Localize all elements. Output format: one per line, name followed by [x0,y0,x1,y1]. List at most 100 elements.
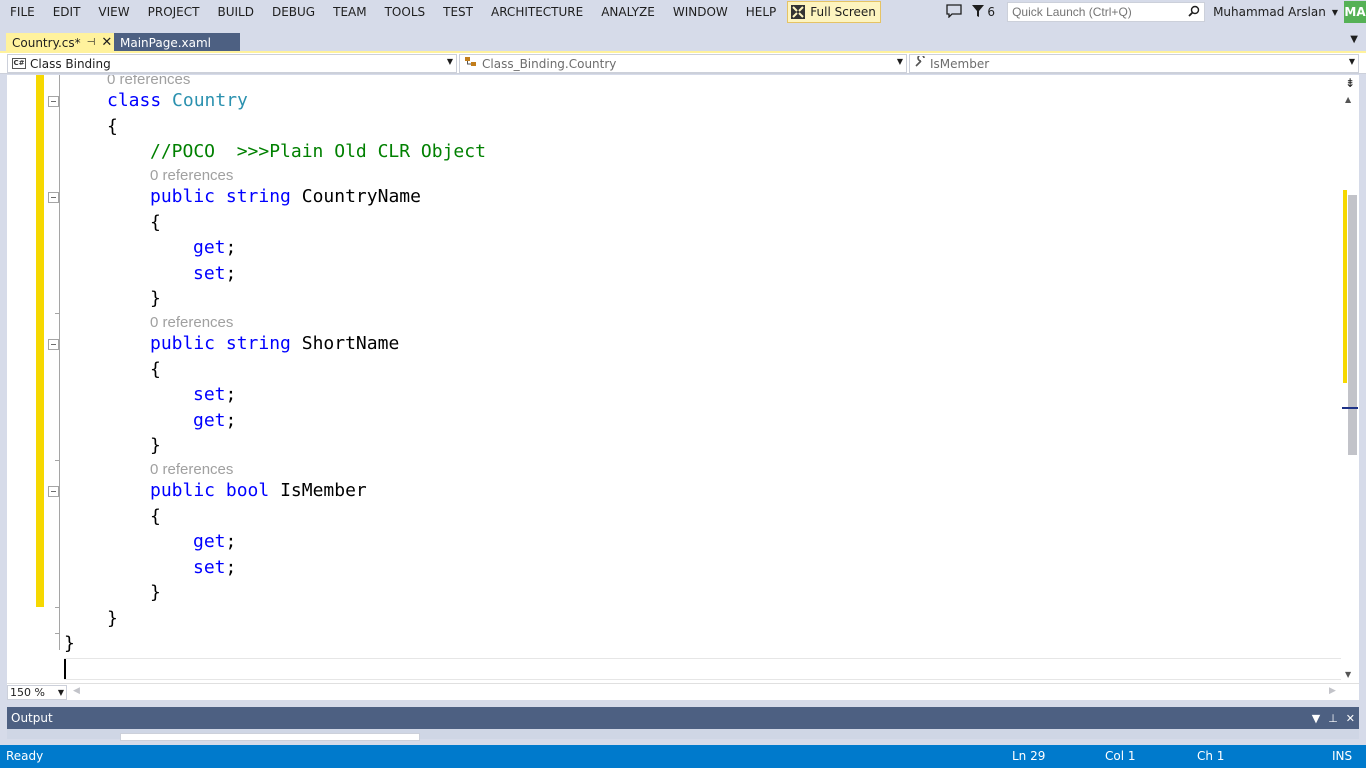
tab-country-cs[interactable]: Country.cs* ⊣ ✕ [6,33,114,52]
code-line: { [107,116,118,137]
notifications-button[interactable]: 6 [968,1,1001,23]
member-dropdown-value: IsMember [930,56,990,71]
menu-debug[interactable]: DEBUG [263,1,324,23]
code-lens-references[interactable]: 0 references [150,461,233,478]
document-tabs: Country.cs* ⊣ ✕ MainPage.xaml ▼ [0,32,1366,52]
code-line: } [107,608,118,629]
code-line: } [150,582,161,603]
menu-tools[interactable]: TOOLS [376,1,435,23]
menu-help[interactable]: HELP [737,1,786,23]
status-column: Col 1 [1105,749,1136,763]
status-insert-mode: INS [1332,749,1353,763]
menu-bar: FILE EDIT VIEW PROJECT BUILD DEBUG TEAM … [0,0,1366,24]
collapse-ismember-icon[interactable] [48,486,59,497]
status-text: Ready [6,749,44,763]
full-screen-icon [790,4,806,20]
code-line: { [150,506,161,527]
menu-analyze[interactable]: ANALYZE [592,1,664,23]
vertical-scrollbar[interactable]: ⇟ ▲ ▼ [1341,75,1359,683]
chevron-down-icon: ▼ [1348,57,1355,66]
user-name: Muhammad Arslan [1213,5,1326,19]
change-marker [1343,190,1347,383]
quick-launch[interactable] [1007,2,1206,22]
navigation-bar: C# Class Binding ▼ Class_Binding.Country… [0,53,1366,74]
code-line: get; [193,237,237,258]
code-lens-references[interactable]: 0 references [150,167,233,184]
code-line: get; [193,410,237,431]
close-icon[interactable]: ✕ [101,35,112,50]
split-window-icon[interactable]: ⇟ [1343,76,1357,90]
search-icon [1188,5,1200,20]
zoom-dropdown[interactable]: 150 % ▼ [7,685,67,700]
code-line: { [150,212,161,233]
code-line: } [150,435,161,456]
menu-architecture[interactable]: ARCHITECTURE [482,1,592,23]
close-icon[interactable]: ✕ [1346,712,1355,725]
scroll-right-icon[interactable]: ▶ [1329,686,1336,696]
menu-view[interactable]: VIEW [89,1,138,23]
status-bar: Ready Ln 29 Col 1 Ch 1 INS [0,745,1366,768]
code-line: get; [193,531,237,552]
code-editor[interactable]: 0 references class Country { //POCO >>>P… [7,75,1341,683]
menu-window[interactable]: WINDOW [664,1,737,23]
filter-flag-icon [972,4,985,20]
status-line: Ln 29 [1012,749,1046,763]
menu-edit[interactable]: EDIT [44,1,90,23]
scroll-down-icon[interactable]: ▼ [1345,670,1351,679]
code-line: set; [193,263,237,284]
output-source-dropdown[interactable] [120,733,420,741]
menu-test[interactable]: TEST [434,1,482,23]
quick-launch-input[interactable] [1012,5,1183,19]
avatar[interactable]: MA [1344,1,1366,23]
chevron-down-icon[interactable]: ▼ [1312,712,1320,725]
chevron-down-icon: ▼ [1331,7,1338,17]
caret-position-marker [1342,407,1358,409]
speech-bubble-icon [946,3,963,21]
type-dropdown-value: Class_Binding.Country [482,56,617,71]
scroll-up-icon[interactable]: ▲ [1345,95,1351,104]
scroll-left-icon[interactable]: ◀ [73,686,80,696]
collapse-shortname-icon[interactable] [48,339,59,350]
outline-line [59,75,60,650]
csharp-project-icon: C# [12,58,26,69]
current-line-highlight [64,658,1341,680]
notification-count: 6 [987,5,996,19]
project-dropdown[interactable]: C# Class Binding ▼ [7,54,457,73]
menu-project[interactable]: PROJECT [139,1,209,23]
collapse-countryname-icon[interactable] [48,192,59,203]
member-dropdown[interactable]: IsMember ▼ [909,54,1359,73]
code-comment: //POCO >>>Plain Old CLR Object [150,141,486,162]
zoom-level: 150 % [10,686,45,699]
scrollbar-thumb[interactable] [1348,195,1357,455]
chevron-down-icon: ▼ [446,57,453,66]
code-lens-references[interactable]: 0 references [107,75,190,88]
collapse-class-icon[interactable] [48,96,59,107]
output-toolbar [7,729,1359,741]
feedback-button[interactable] [940,1,968,23]
tab-label: Country.cs* [12,35,81,50]
code-lens-references[interactable]: 0 references [150,314,233,331]
output-panel-header[interactable]: Output ▼ ⊥ ✕ [7,707,1359,729]
code-line: public string CountryName [150,186,421,207]
tab-overflow-dropdown[interactable]: ▼ [1350,34,1358,45]
user-account[interactable]: Muhammad Arslan ▼ [1213,5,1340,19]
code-line: } [64,633,75,654]
type-dropdown[interactable]: Class_Binding.Country ▼ [459,54,907,73]
class-icon [464,56,478,71]
menu-team[interactable]: TEAM [324,1,375,23]
wrench-property-icon [914,54,926,71]
pin-icon[interactable]: ⊣ [87,37,96,48]
tab-mainpage-xaml[interactable]: MainPage.xaml [114,33,240,52]
menu-build[interactable]: BUILD [208,1,262,23]
full-screen-label: Full Screen [810,5,876,19]
chevron-down-icon: ▼ [896,57,903,66]
code-line: set; [193,557,237,578]
menu-file[interactable]: FILE [0,1,44,23]
change-tracking-margin [36,75,44,607]
chevron-down-icon: ▼ [57,688,64,697]
code-line: public string ShortName [150,333,400,354]
pin-icon[interactable]: ⊥ [1328,712,1338,725]
horizontal-scrollbar[interactable]: 150 % ▼ ◀ ▶ [7,683,1359,700]
full-screen-button[interactable]: Full Screen [787,1,881,23]
code-line: public bool IsMember [150,480,367,501]
